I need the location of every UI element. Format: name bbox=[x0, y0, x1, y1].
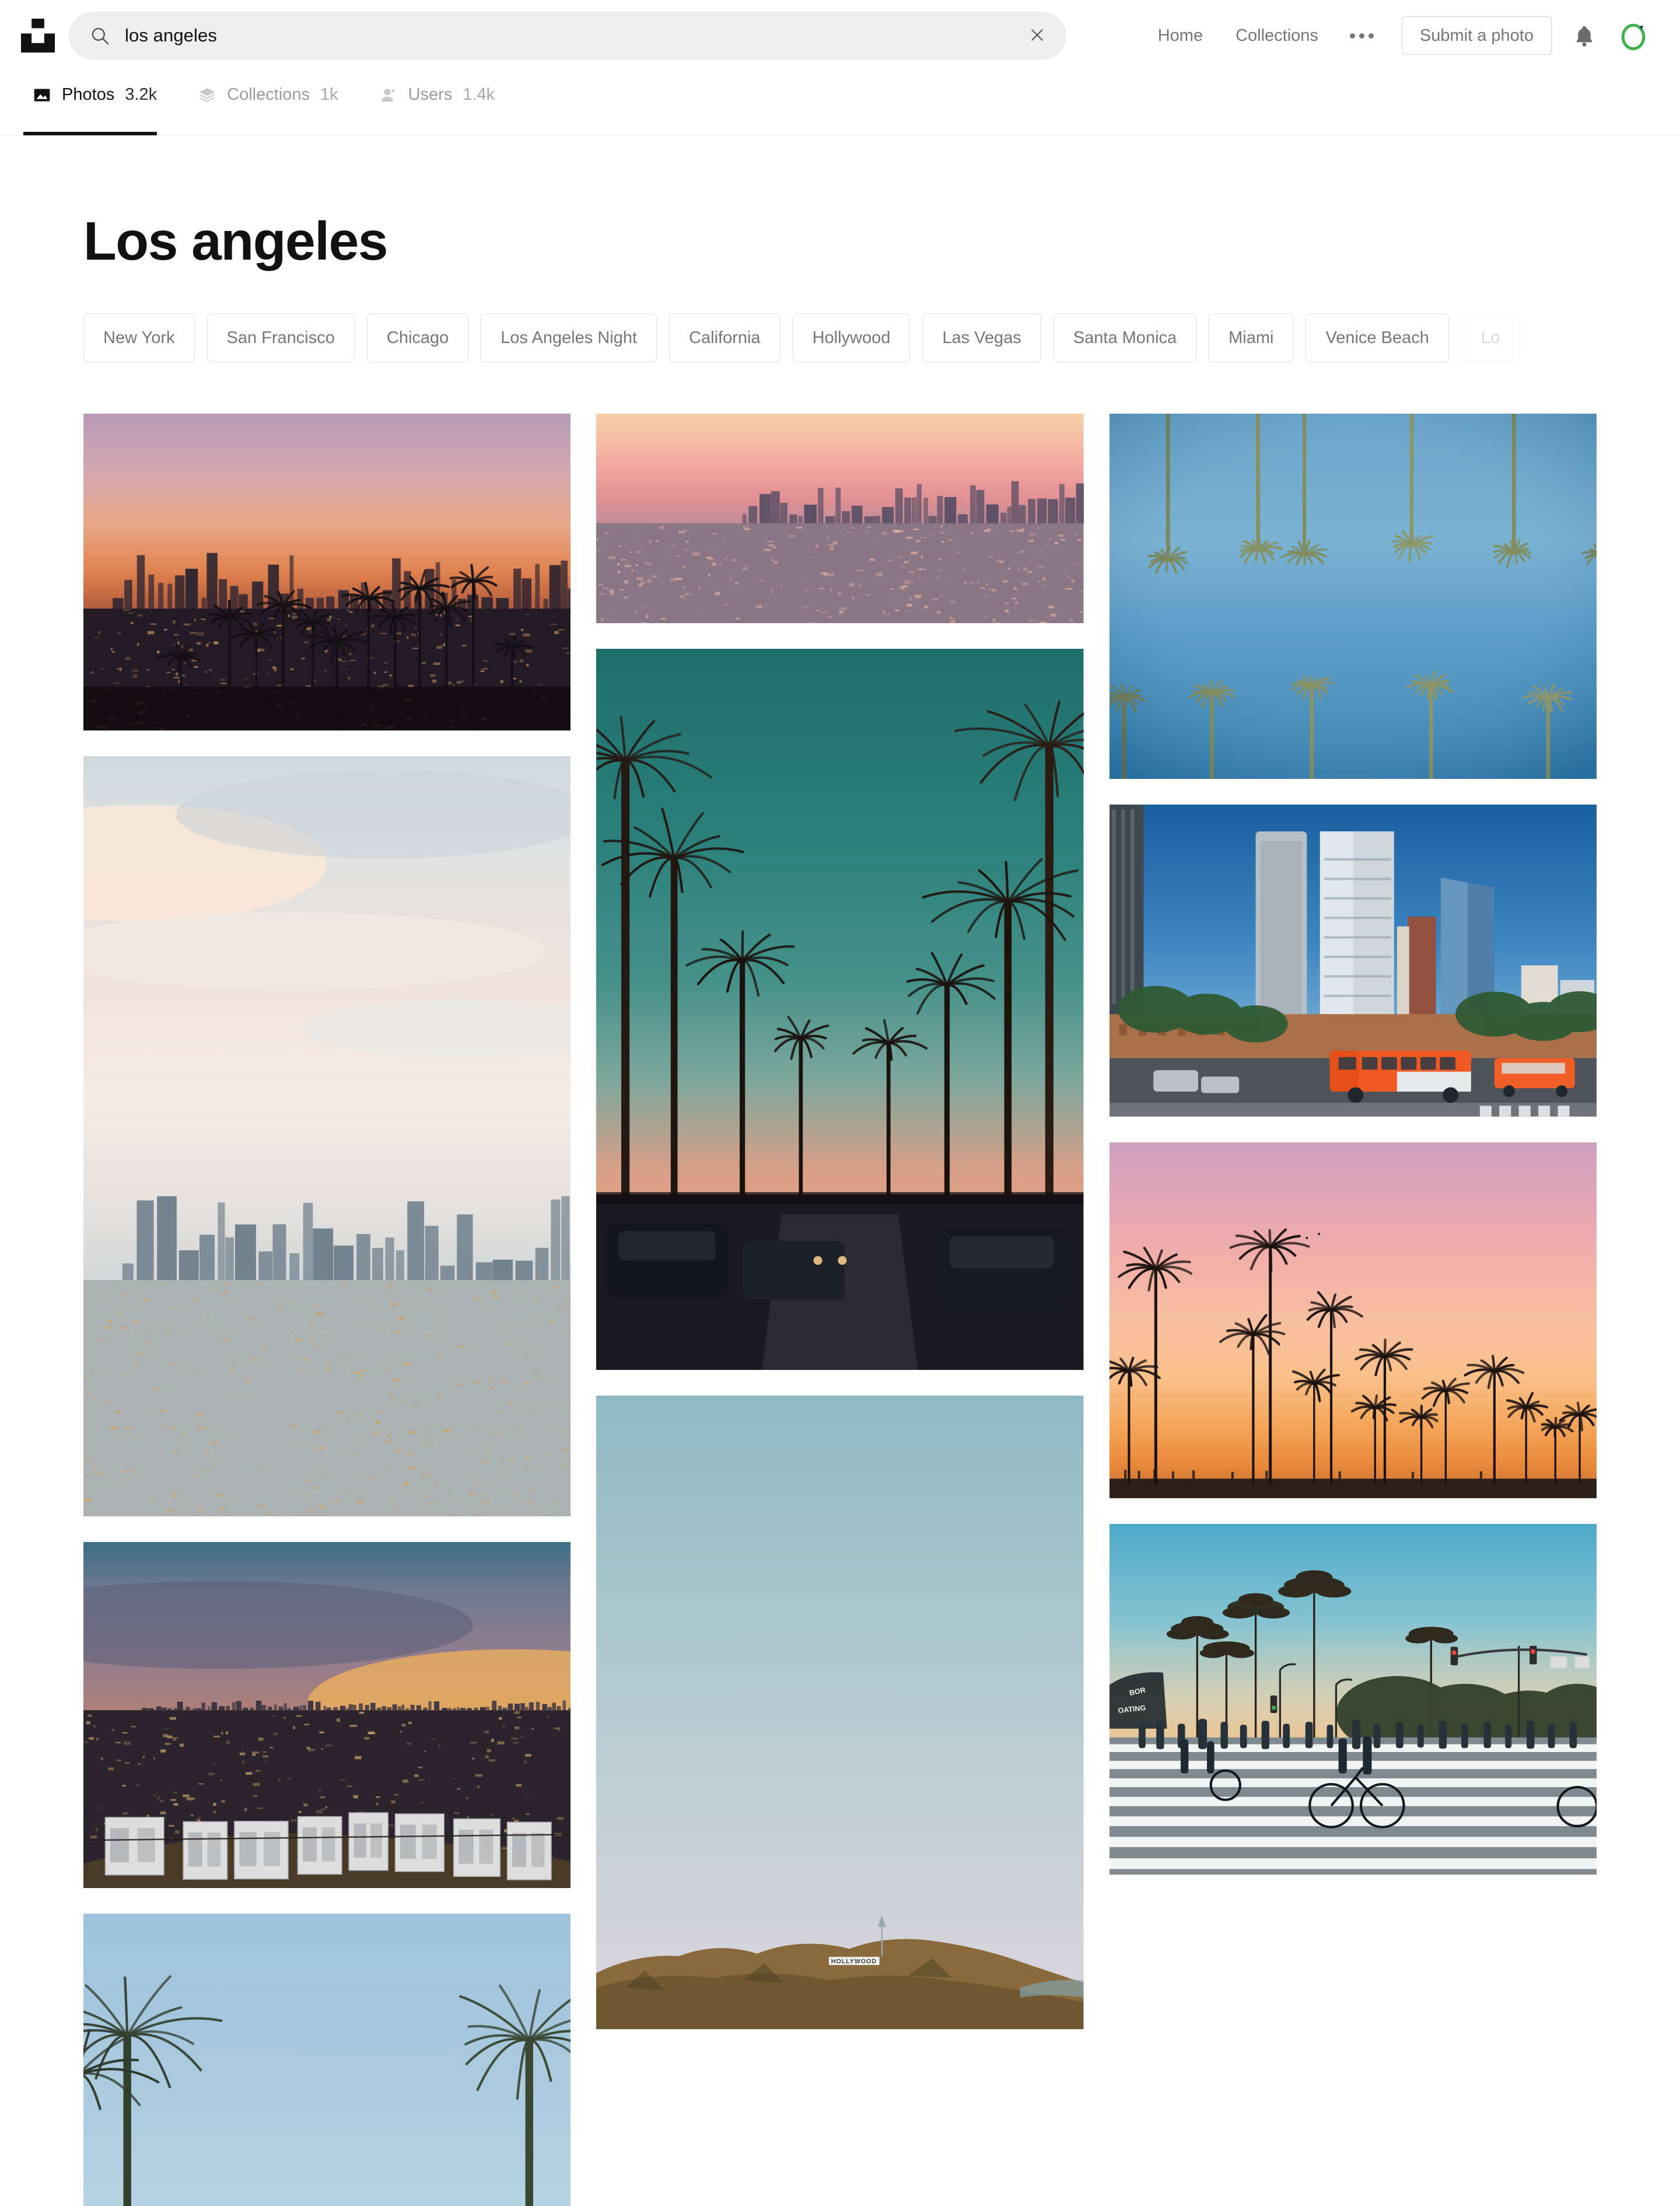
tag-chip[interactable]: Venice Beach bbox=[1306, 313, 1448, 362]
photo-column-right: BOR OATING bbox=[1110, 414, 1597, 2206]
photo-artwork bbox=[83, 1542, 570, 1888]
photo-card[interactable] bbox=[83, 756, 570, 1516]
photo-column-middle: HOLLYWOOD bbox=[596, 414, 1083, 2206]
tag-chip[interactable]: Santa Monica bbox=[1054, 313, 1196, 362]
tab-users-label: Users bbox=[408, 85, 453, 104]
tab-users-count: 1.4k bbox=[463, 85, 495, 104]
photo-card[interactable]: HOLLYWOOD bbox=[596, 1396, 1083, 2029]
photo-card[interactable] bbox=[1110, 1142, 1597, 1498]
nav-collections[interactable]: Collections bbox=[1219, 26, 1335, 46]
photo-grid: HOLLYWOOD bbox=[83, 414, 1597, 2206]
photo-artwork bbox=[596, 414, 1083, 623]
clear-search-button[interactable] bbox=[1026, 24, 1049, 47]
photo-artwork bbox=[83, 756, 570, 1516]
tag-chip[interactable]: New York bbox=[83, 313, 195, 362]
nav-home[interactable]: Home bbox=[1142, 26, 1219, 46]
photo-artwork bbox=[1110, 805, 1597, 1117]
photo-artwork bbox=[83, 1914, 570, 2206]
tag-chip[interactable]: Los Angeles Night bbox=[481, 313, 657, 362]
tab-photos[interactable]: Photos 3.2k bbox=[23, 71, 171, 135]
stack-icon bbox=[198, 86, 216, 104]
tab-collections-label: Collections bbox=[227, 85, 310, 104]
photo-artwork bbox=[1110, 1142, 1597, 1498]
tab-users[interactable]: Users 1.4k bbox=[370, 71, 509, 135]
top-header: Home Collections Submit a photo bbox=[0, 0, 1680, 71]
page-title: Los angeles bbox=[83, 214, 1680, 268]
photo-card[interactable] bbox=[83, 1914, 570, 2206]
photo-artwork bbox=[1110, 414, 1597, 779]
photo-card[interactable] bbox=[83, 414, 570, 730]
tag-chip[interactable]: San Francisco bbox=[207, 313, 355, 362]
tag-chip[interactable]: Lo bbox=[1461, 313, 1520, 362]
photo-artwork: HOLLYWOOD bbox=[596, 1396, 1083, 2029]
tab-photos-count: 3.2k bbox=[125, 85, 157, 104]
photo-card[interactable] bbox=[596, 414, 1083, 623]
ellipsis-icon[interactable] bbox=[1335, 33, 1389, 39]
photo-artwork bbox=[83, 414, 570, 730]
photo-card[interactable] bbox=[596, 649, 1083, 1370]
tab-collections[interactable]: Collections 1k bbox=[188, 71, 352, 135]
photo-card[interactable]: BOR OATING bbox=[1110, 1524, 1597, 1875]
related-tags-row[interactable]: New YorkSan FranciscoChicago Los Angeles … bbox=[83, 313, 1680, 362]
submit-photo-button[interactable]: Submit a photo bbox=[1402, 16, 1552, 55]
search-bar[interactable] bbox=[69, 12, 1066, 60]
svg-text:HOLLYWOOD: HOLLYWOOD bbox=[831, 1959, 877, 1966]
header-nav: Home Collections Submit a photo bbox=[1142, 16, 1652, 55]
tag-chip[interactable]: Hollywood bbox=[793, 313, 911, 362]
photo-card[interactable] bbox=[83, 1542, 570, 1888]
photo-artwork: BOR OATING bbox=[1110, 1524, 1597, 1875]
tab-photos-label: Photos bbox=[62, 85, 114, 104]
photo-card[interactable] bbox=[1110, 414, 1597, 779]
photo-icon bbox=[33, 86, 51, 104]
tab-collections-count: 1k bbox=[320, 85, 338, 104]
close-icon bbox=[1028, 26, 1046, 46]
unsplash-logo[interactable] bbox=[20, 18, 56, 54]
search-input[interactable] bbox=[125, 25, 1026, 46]
tag-chip[interactable]: California bbox=[669, 313, 780, 362]
photo-column-left bbox=[83, 414, 570, 2206]
photo-artwork bbox=[596, 649, 1083, 1370]
tag-chip[interactable]: Chicago bbox=[367, 313, 468, 362]
user-avatar[interactable] bbox=[1615, 17, 1652, 54]
search-icon bbox=[90, 25, 111, 46]
tag-chip[interactable]: Miami bbox=[1209, 313, 1293, 362]
person-icon bbox=[379, 86, 398, 104]
search-results-page: Los angeles New YorkSan FranciscoChicago… bbox=[0, 214, 1680, 2206]
search-result-tabs: Photos 3.2k Collections 1k Users 1.4k bbox=[0, 71, 1680, 135]
photo-card[interactable] bbox=[1110, 805, 1597, 1117]
tag-chip[interactable]: Las Vegas bbox=[922, 313, 1041, 362]
bell-icon[interactable] bbox=[1569, 20, 1600, 51]
